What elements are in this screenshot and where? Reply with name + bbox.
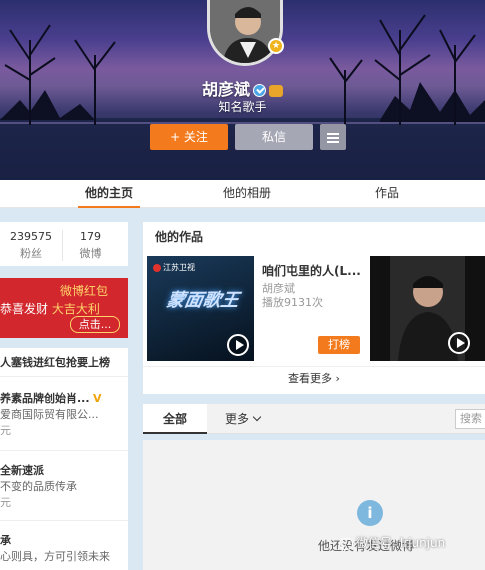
red-packet-open-button[interactable]: 点击...: [70, 316, 120, 333]
feed-tab-all[interactable]: 全部: [143, 404, 207, 434]
vip-icon[interactable]: [269, 84, 283, 97]
sidebar-promo-list: 人塞钱进红包抢要上榜 养素品牌创始肖... V 爱商国际贸有限公... 元 全新…: [0, 348, 128, 570]
feed-filter-bar: 全部 更多 搜索: [143, 404, 485, 434]
chevron-down-icon: [252, 412, 262, 422]
feed-empty-state: i 他还没有发过微博 微信号: lrjunjun: [143, 440, 485, 570]
song-play-count: 播放9131次: [262, 296, 323, 309]
weibo-label: 微博: [79, 247, 102, 260]
play-icon[interactable]: [448, 332, 470, 354]
see-more-link[interactable]: 查看更多 ›: [143, 370, 485, 386]
info-icon: i: [357, 500, 383, 526]
verified-icon[interactable]: [253, 84, 266, 97]
list-item[interactable]: 全新速派 不变的品质传承 元: [0, 462, 128, 510]
work-thumbnail-2[interactable]: [370, 256, 485, 361]
works-card: 他的作品 江苏卫视 蒙面歌王 咱们屯里的人(L... 胡彦斌 播放9131次 打…: [143, 222, 485, 394]
list-item[interactable]: 承 心则具，方可引领未来: [0, 532, 128, 564]
profile-tabs: 他的主页 他的相册 作品: [0, 180, 485, 208]
tab-album[interactable]: 他的相册: [214, 180, 280, 208]
menu-icon: [327, 133, 339, 135]
red-packet-title: 微博红包: [60, 284, 109, 298]
list-item-title: 承: [0, 534, 11, 547]
profile-description: 知名歌手: [218, 100, 267, 114]
song-title[interactable]: 咱们屯里的人(L...: [262, 262, 361, 279]
list-item-title: 养素品牌创始肖...: [0, 392, 90, 405]
weibo-count: 179: [80, 230, 101, 243]
list-item-sub: 爱商国际贸有限公...: [0, 408, 99, 421]
works-title: 他的作品: [155, 230, 204, 244]
profile-stats: 239575 粉丝 179 微博: [0, 222, 128, 266]
red-packet-subtitle: 恭喜发财 大吉大利: [0, 302, 100, 316]
fans-stat[interactable]: 239575 粉丝: [0, 230, 62, 261]
list-item-text: 人塞钱进红包抢要上榜: [0, 356, 110, 369]
list-item[interactable]: 人塞钱进红包抢要上榜: [0, 354, 128, 370]
show-title: 蒙面歌王: [164, 290, 241, 311]
profile-cover: ★ 胡彦斌 知名歌手 + 关注 私信: [0, 0, 485, 180]
list-item-title: 全新速派: [0, 464, 44, 477]
follow-button[interactable]: + 关注: [150, 124, 228, 150]
vote-chart-button[interactable]: 打榜: [318, 336, 360, 354]
v-badge-icon: V: [93, 392, 102, 405]
more-menu-button[interactable]: [320, 124, 346, 150]
chevron-right-icon: ›: [335, 372, 340, 385]
fans-count: 239575: [10, 230, 52, 243]
tab-home[interactable]: 他的主页: [78, 180, 140, 208]
list-item[interactable]: 养素品牌创始肖... V 爱商国际贸有限公... 元: [0, 390, 128, 438]
profile-name: 胡彦斌: [201, 80, 250, 99]
fans-label: 粉丝: [20, 247, 42, 260]
weibo-stat[interactable]: 179 微博: [62, 230, 118, 261]
message-button[interactable]: 私信: [235, 124, 313, 150]
star-badge-icon: ★: [268, 38, 284, 54]
play-icon[interactable]: [227, 334, 249, 356]
list-item-meta: 元: [0, 424, 11, 437]
feed-more-dropdown[interactable]: 更多: [225, 404, 262, 434]
list-item-meta: 元: [0, 496, 11, 509]
work-thumbnail[interactable]: 江苏卫视 蒙面歌王: [147, 256, 254, 361]
feed-search-input[interactable]: 搜索: [455, 409, 485, 429]
tab-works[interactable]: 作品: [362, 180, 412, 208]
tv-brand-logo: 江苏卫视: [153, 262, 195, 273]
red-packet-banner[interactable]: 微博红包 恭喜发财 大吉大利 点击...: [0, 278, 128, 338]
list-item-sub: 不变的品质传承: [0, 480, 77, 493]
wechat-icon: [339, 537, 353, 550]
watermark: 微信号: lrjunjun: [339, 534, 445, 551]
list-item-sub: 心则具，方可引领未来: [0, 550, 110, 563]
